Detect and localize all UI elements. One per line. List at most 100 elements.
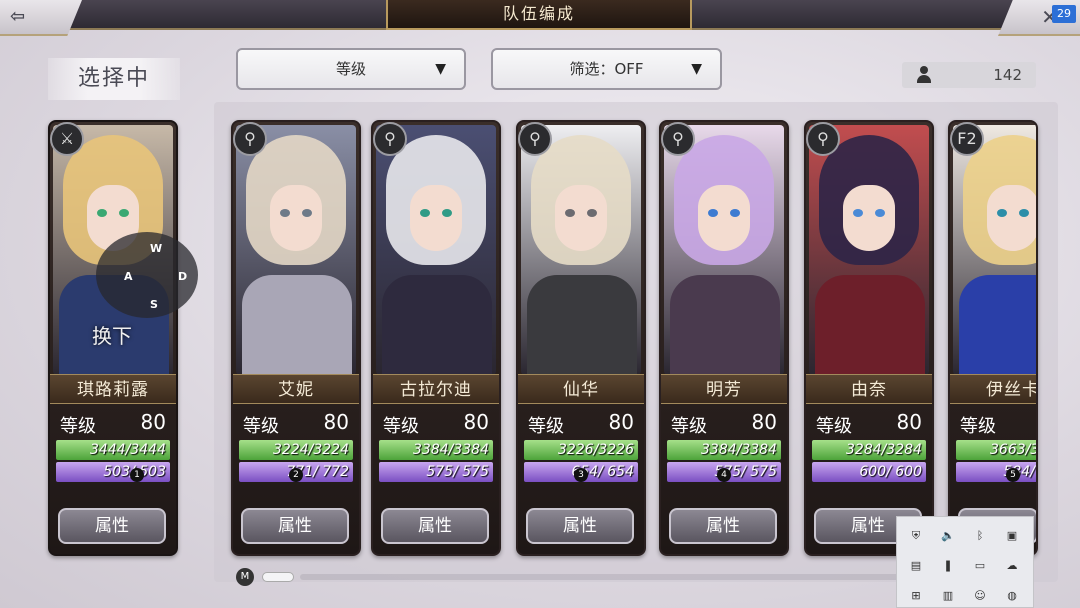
hp-bar: 3384/3384 [667,440,781,460]
battery-indicator: 29 [1052,5,1076,23]
keyboard-icon[interactable]: ▭ [971,557,989,575]
mp-value: 584/ 584 [956,462,1036,482]
sort-dropdown[interactable]: 等级 ▼ [236,48,466,90]
character-stats: 等级 80 3384/3384 575/ 575 [373,408,499,484]
filter-dropdown[interactable]: 筛选：OFF ▼ [491,48,722,90]
mp-value: 503/ 503 [103,464,166,480]
caret-down-icon: ▼ [691,61,702,77]
hotkey-badge: 4 [717,468,731,482]
attributes-button[interactable]: 属性 [526,508,634,544]
hp-bar: 3444/3444 [56,440,170,460]
hp-value: 3384/3384 [701,442,777,458]
hp-value: 3384/3384 [413,442,489,458]
character-card[interactable]: ⚲ 艾妮 等级 80 3224/3224 771/ 772 2 属性 [231,120,361,556]
character-name: 明芳 [661,374,787,404]
hp-value: 3444/3444 [90,442,166,458]
character-card[interactable]: ⚲ 明芳 等级 80 3384/3384 575/ 575 4 属性 [659,120,789,556]
hp-value: 3226/3226 [558,442,634,458]
character-portrait [236,125,356,375]
hp-value: 3284/3284 [846,442,922,458]
staff-class-icon: ⚲ [373,122,407,156]
cloud-icon[interactable]: ☁ [1003,557,1021,575]
level-row: 等级 80 [518,408,644,438]
character-portrait [376,125,496,375]
hp-bar: 3224/3224 [239,440,353,460]
filter-dropdown-label: 筛选：OFF [569,60,644,78]
people-icon[interactable]: ☺ [971,587,989,605]
hp-bar: 3226/3226 [524,440,638,460]
level-label: 等级 [243,416,279,437]
attributes-button[interactable]: 属性 [241,508,349,544]
wechat-icon[interactable]: ▣ [1003,527,1021,545]
character-card[interactable]: ⚲ 仙华 等级 80 3226/3226 654/ 654 3 属性 [516,120,646,556]
hp-value: 3224/3224 [273,442,349,458]
caret-down-icon: ▼ [435,61,446,77]
scroll-track[interactable] [300,574,900,580]
key-s: S [150,298,158,311]
arrow-left-icon: ⇦ [10,6,26,27]
key-m-badge: M [236,568,254,586]
system-tray-popup: ⛨ 🔈 ᛒ ▣ ▤ ❚ ▭ ☁ ⊞ ▥ ☺ ◍ [896,516,1034,608]
app2-icon[interactable]: ▥ [939,587,957,605]
hp-bar: 3384/3384 [379,440,493,460]
wasd-joystick-overlay[interactable]: W A D S [96,232,198,318]
roster-count-value: 142 [993,66,1022,84]
hp-bar: 3284/3284 [812,440,926,460]
level-label: 等级 [960,416,996,437]
attributes-button[interactable]: 属性 [669,508,777,544]
level-label: 等级 [528,416,564,437]
speaker-icon[interactable]: 🔈 [939,527,957,545]
back-button[interactable]: ⇦ [0,0,82,36]
character-portrait [809,125,929,375]
sort-dropdown-label: 等级 [335,60,366,78]
app-icon[interactable]: ❚ [939,557,957,575]
level-value: 80 [751,410,777,434]
level-label: 等级 [60,416,96,437]
character-portrait [953,125,1036,375]
level-label: 等级 [671,416,707,437]
attributes-button[interactable]: 属性 [381,508,489,544]
character-name: 由奈 [806,374,932,404]
staff-class-icon: ⚲ [806,122,840,156]
character-stats: 等级 80 3444/3444 503/ 503 [50,408,176,484]
mp-bar: 600/ 600 [812,462,926,482]
steam-icon[interactable]: ◍ [1003,587,1021,605]
character-stats: 等级 80 3284/3284 600/ 600 [806,408,932,484]
character-card[interactable]: ⚲ 古拉尔迪 等级 80 3384/3384 575/ 575 属性 [371,120,501,556]
level-label: 等级 [383,416,419,437]
sword-class-icon: ⚔ [50,122,84,156]
key-a: A [124,270,133,283]
character-card[interactable]: ⚲ 由奈 等级 80 3284/3284 600/ 600 属性 [804,120,934,556]
mp-bar: 503/ 503 [56,462,170,482]
windows-icon[interactable]: ⊞ [907,587,925,605]
level-label: 等级 [816,416,852,437]
level-value: 80 [608,410,634,434]
staff-class-icon: ⚲ [233,122,267,156]
selecting-label: 选择中 [48,58,180,100]
attributes-button[interactable]: 属性 [58,508,166,544]
character-card[interactable]: F2伊丝卡等级803663/3663584/ 5845属性 [948,120,1038,556]
level-row: 等级 80 [233,408,359,438]
page-title: 队伍编成 [386,0,692,30]
character-name: 艾妮 [233,374,359,404]
hp-bar: 3663/3663 [956,440,1036,460]
shield-icon[interactable]: ⛨ [907,527,925,545]
hotkey-badge: 1 [130,468,144,482]
level-value: 80 [323,410,349,434]
character-portrait [664,125,784,375]
level-row: 等级80 [806,408,932,438]
staff-class-icon: ⚲ [518,122,552,156]
level-value: 80 [463,410,489,434]
nvidia-icon[interactable]: ▤ [907,557,925,575]
scroll-thumb[interactable] [262,572,294,582]
mp-bar: 584/ 584 [956,462,1036,482]
character-name: 伊丝卡 [950,374,1036,404]
mp-value: 600/ 600 [859,464,922,480]
swap-out-label[interactable]: 换下 [92,320,132,349]
hotkey-badge: 3 [574,468,588,482]
level-row: 等级80 [50,408,176,438]
level-row: 等级80 [950,408,1036,438]
bluetooth-icon[interactable]: ᛒ [971,527,989,545]
character-name: 仙华 [518,374,644,404]
f2-class-icon: F2 [950,122,984,156]
